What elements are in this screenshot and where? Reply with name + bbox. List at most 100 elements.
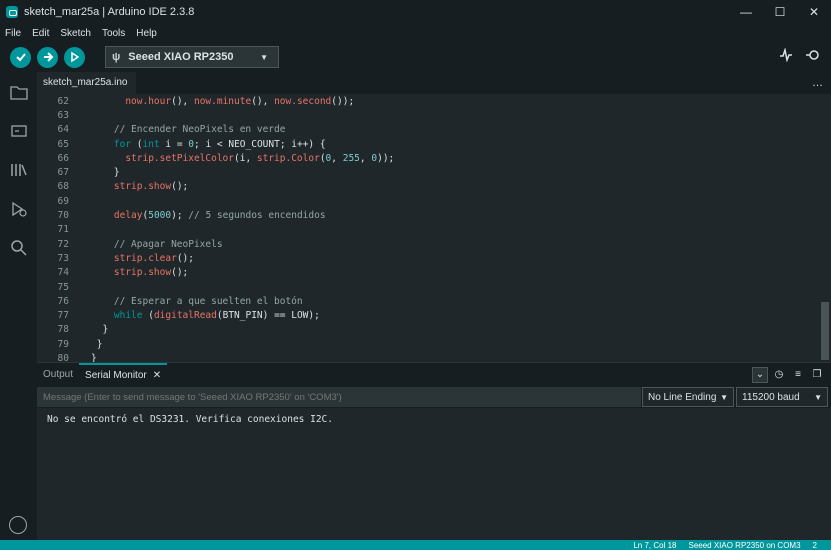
tab-sketch[interactable]: sketch_mar25a.ino — [37, 72, 136, 94]
tab-serial-monitor[interactable]: Serial Monitor ✕ — [79, 362, 168, 387]
timestamp-icon[interactable]: ◷ — [771, 367, 787, 383]
code-token: for — [113, 138, 132, 150]
check-icon — [15, 53, 26, 62]
line-number: 69 — [57, 195, 69, 207]
line-number: 74 — [57, 267, 69, 279]
code-token: (), — [171, 95, 194, 107]
serial-message-input[interactable] — [37, 387, 641, 407]
line-number: 76 — [57, 295, 69, 307]
code-token: now.second — [274, 95, 332, 107]
upload-button[interactable] — [37, 46, 58, 68]
code-token: strip.show — [113, 267, 172, 279]
baud-rate-select[interactable]: 115200 baud ▼ — [736, 387, 828, 407]
toolbar: ψ Seeed XIAO RP2350 ▼ — [0, 42, 831, 72]
code-line: 78 } — [37, 323, 831, 337]
line-number: 79 — [57, 338, 69, 350]
arrow-right-icon — [43, 52, 53, 62]
code-line: 72 // Apagar NeoPixels — [37, 237, 831, 251]
verify-button[interactable] — [10, 46, 31, 68]
menu-tools[interactable]: Tools — [97, 28, 131, 39]
code-text: } — [91, 339, 103, 350]
sketchbook-folder-icon[interactable] — [0, 72, 37, 111]
code-token: now.minute — [193, 95, 252, 107]
code-line: 67 } — [37, 165, 831, 179]
line-number: 66 — [57, 152, 69, 164]
clear-output-icon[interactable]: ≡ — [790, 367, 806, 383]
code-token: while — [113, 310, 143, 322]
code-editor[interactable]: 62 now.hour(), now.minute(), now.second(… — [37, 94, 831, 362]
tab-output[interactable]: Output — [37, 363, 79, 387]
autoscroll-icon[interactable]: ⌄ — [752, 366, 768, 383]
code-token: int — [142, 138, 160, 150]
line-number: 62 — [57, 95, 69, 107]
code-token: (BTN_PIN) == LOW); — [216, 310, 320, 322]
code-token: ( — [131, 138, 143, 150]
code-text: now.hour(), now.minute(), now.second()); — [91, 96, 354, 107]
code-token: digitalRead — [153, 310, 217, 322]
code-line: 74 strip.show(); — [37, 266, 831, 280]
code-text: strip.setPixelColor(i, strip.Color(0, 25… — [91, 153, 394, 164]
maximize-button[interactable]: ☐ — [763, 0, 797, 24]
serial-output-line: No se encontró el DS3231. Verifica conex… — [47, 414, 333, 425]
board-port-status: Seeed XIAO RP2350 on COM3 — [688, 540, 801, 550]
line-number: 63 — [57, 109, 69, 121]
cursor-position: Ln 7, Col 18 — [633, 540, 677, 550]
chevron-down-icon: ▼ — [814, 392, 822, 402]
code-line: 68 strip.show(); — [37, 180, 831, 194]
editor-tabs: sketch_mar25a.ino … — [37, 72, 831, 94]
copy-icon[interactable]: ❐ — [809, 367, 825, 383]
code-token: strip.Color — [256, 152, 320, 164]
line-number: 70 — [57, 210, 69, 222]
serial-output: No se encontró el DS3231. Verifica conex… — [37, 408, 831, 540]
code-text: for (int i = 0; i < NEO_COUNT; i++) { — [91, 139, 326, 150]
code-token: now.hour — [125, 95, 172, 107]
title-bar: sketch_mar25a | Arduino IDE 2.3.8 — ☐ ✕ — [0, 0, 831, 24]
search-icon[interactable] — [0, 228, 37, 267]
code-token: // 5 segundos encendidos — [188, 210, 326, 222]
code-line: 75 — [37, 280, 831, 294]
code-token: , — [359, 152, 372, 164]
menu-bar: File Edit Sketch Tools Help — [0, 24, 831, 42]
line-number: 75 — [57, 281, 69, 293]
debug-button[interactable] — [64, 46, 85, 68]
code-token: } — [91, 352, 97, 362]
tab-label: sketch_mar25a.ino — [43, 77, 128, 88]
menu-sketch[interactable]: Sketch — [55, 28, 97, 39]
serial-plotter-icon[interactable] — [779, 47, 793, 65]
code-line: 64 // Encender NeoPixels en verde — [37, 123, 831, 137]
code-token: (); — [171, 181, 189, 193]
serial-monitor-icon[interactable] — [805, 48, 821, 65]
menu-file[interactable]: File — [0, 28, 27, 39]
bottom-panel-tabs: Output Serial Monitor ✕ ⌄ ◷ ≡ ❐ — [37, 362, 831, 386]
board-selector[interactable]: ψ Seeed XIAO RP2350 ▼ — [105, 46, 279, 68]
code-text: // Apagar NeoPixels — [91, 239, 223, 250]
code-line: 69 — [37, 194, 831, 208]
code-token: // Esperar a que suelten el botón — [91, 295, 303, 307]
code-text: } — [91, 324, 108, 335]
more-icon[interactable]: … — [812, 72, 823, 94]
menu-edit[interactable]: Edit — [27, 28, 55, 39]
line-number: 73 — [57, 252, 69, 264]
close-icon[interactable]: ✕ — [153, 370, 161, 381]
editor-scrollbar[interactable] — [821, 302, 829, 360]
menu-help[interactable]: Help — [131, 28, 163, 39]
account-icon[interactable] — [9, 516, 27, 534]
code-token: (); — [171, 267, 189, 279]
minimize-button[interactable]: — — [729, 0, 763, 24]
close-window-button[interactable]: ✕ — [797, 0, 831, 24]
line-ending-select[interactable]: No Line Ending ▼ — [642, 387, 734, 407]
code-text: strip.show(); — [91, 181, 188, 192]
code-token: // Encender NeoPixels en verde — [91, 124, 286, 136]
code-text: strip.show(); — [91, 267, 188, 278]
activity-sidebar — [0, 72, 37, 550]
debug-sidebar-icon[interactable] — [0, 189, 37, 228]
notification-count[interactable]: 2 — [813, 541, 817, 550]
library-manager-icon[interactable] — [0, 150, 37, 189]
boards-manager-icon[interactable] — [0, 111, 37, 150]
code-line: 63 — [37, 108, 831, 122]
